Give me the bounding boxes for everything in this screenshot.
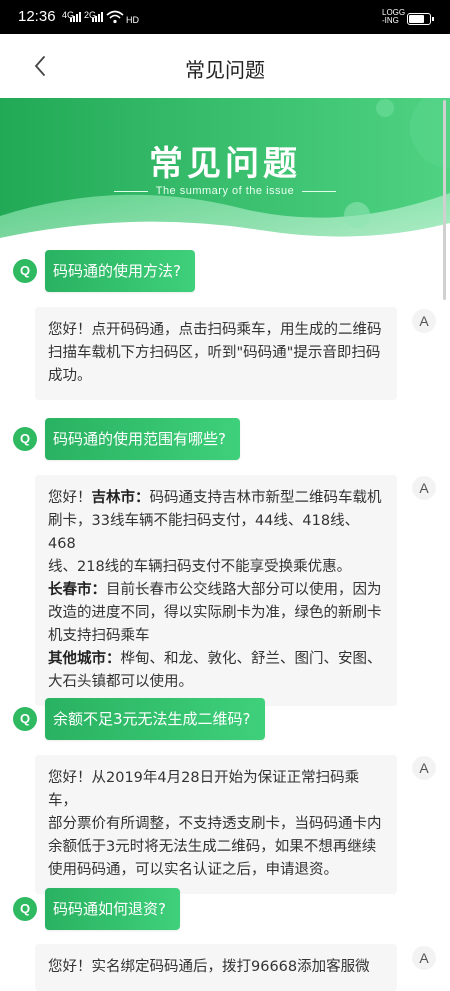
answer-line: 长春市：目前长春市公交线路大部分可以使用，因为 (48, 579, 383, 602)
banner-subtitle-row: The summary of the issue (0, 185, 450, 197)
answer-line: 扫描车载机下方扫码区，听到"码码通"提示音即扫码 (48, 345, 381, 361)
answer-box: 您好！实名绑定码码通后，拨打96668添加客服微 (35, 944, 397, 991)
question-badge: Q (13, 897, 37, 921)
divider (302, 190, 337, 192)
answer-line: 其他城市：桦甸、和龙、敦化、舒兰、图门、安图、 (48, 648, 383, 671)
answer-text: 码码通支持吉林市新型二维码车载机 (149, 490, 382, 506)
page-title: 常见问题 (185, 58, 265, 82)
answer-line: 部分票价有所调整，不支持透支刷卡，当码码通卡内 (48, 816, 382, 832)
answer-box: 您好！吉林市：码码通支持吉林市新型二维码车载机 刷卡，33线车辆不能扫码支付，4… (35, 475, 397, 706)
question-bubble[interactable]: 码码通的使用范围有哪些? (45, 418, 240, 460)
question-bubble[interactable]: 码码通的使用方法? (45, 250, 195, 292)
answer-line: 改造的进度不同，得以实际刷卡为准，绿色的新刷卡 (48, 605, 382, 621)
answer-line: 成功。 (48, 368, 92, 384)
question-badge: Q (13, 427, 37, 451)
answer-text: 桦甸、和龙、敦化、舒兰、图门、安图、 (120, 651, 382, 667)
answer-badge: A (412, 476, 436, 500)
faq-banner: 常见问题 The summary of the issue (0, 98, 450, 248)
logging-line-2: -ING (382, 16, 399, 25)
banner-title: 常见问题 (149, 144, 301, 184)
answer-line: 大石头镇都可以使用。 (48, 674, 193, 690)
city-label-other: 其他城市： (48, 651, 121, 667)
wifi-icon (106, 10, 124, 27)
question-badge: Q (13, 259, 37, 283)
scrollbar[interactable] (443, 100, 446, 300)
answer-line: 线、218线的车辆扫码支付不能享受换乘优惠。 (48, 559, 352, 575)
answer-badge: A (412, 309, 436, 333)
signal-strength-icon-2 (92, 12, 103, 22)
nav-bar: 常见问题 (0, 34, 450, 98)
answer-box: 您好！点开码码通，点击扫码乘车，用生成的二维码 扫描车载机下方扫码区，听到"码码… (35, 307, 397, 400)
signal-strength-icon-1 (70, 12, 81, 22)
status-time: 12:36 (18, 8, 56, 25)
logging-indicator: LOGG -ING (382, 9, 405, 25)
answer-badge: A (412, 946, 436, 970)
status-bar: 12:36 4G 2G HD LOGG -ING (0, 0, 450, 34)
city-label-jilin: 吉林市： (91, 490, 150, 506)
banner-subtitle: The summary of the issue (155, 185, 295, 197)
answer-line: 刷卡，33线车辆不能扫码支付，44线、418线、468 (48, 513, 360, 552)
battery-icon (407, 13, 434, 25)
answer-line: 使用码码通，可以实名认证之后，申请退资。 (48, 862, 338, 878)
answer-line: 您好！实名绑定码码通后，拨打96668添加客服微 (48, 959, 370, 975)
answer-text: 目前长春市公交线路大部分可以使用，因为 (106, 582, 382, 598)
question-badge: Q (13, 707, 37, 731)
battery-fill (409, 15, 424, 23)
answer-line: 余额低于3元时将无法生成二维码，如果不想再继续 (48, 839, 377, 855)
question-bubble[interactable]: 余额不足3元无法生成二维码? (45, 698, 265, 740)
answer-line: 您好！吉林市：码码通支持吉林市新型二维码车载机 (48, 487, 383, 510)
answer-box: 您好！从2019年4月28日开始为保证正常扫码乘车， 部分票价有所调整，不支持透… (35, 755, 397, 894)
hd-voice-indicator: HD (126, 15, 139, 25)
answer-badge: A (412, 756, 436, 780)
city-label-changchun: 长春市： (48, 582, 106, 598)
answer-line: 您好！从2019年4月28日开始为保证正常扫码乘车， (48, 770, 360, 809)
divider (113, 190, 148, 192)
question-bubble[interactable]: 码码通如何退资? (45, 888, 180, 930)
answer-text: 您好！ (48, 490, 92, 506)
answer-line: 机支持扫码乘车 (48, 628, 150, 644)
answer-line: 您好！点开码码通，点击扫码乘车，用生成的二维码 (48, 322, 382, 338)
